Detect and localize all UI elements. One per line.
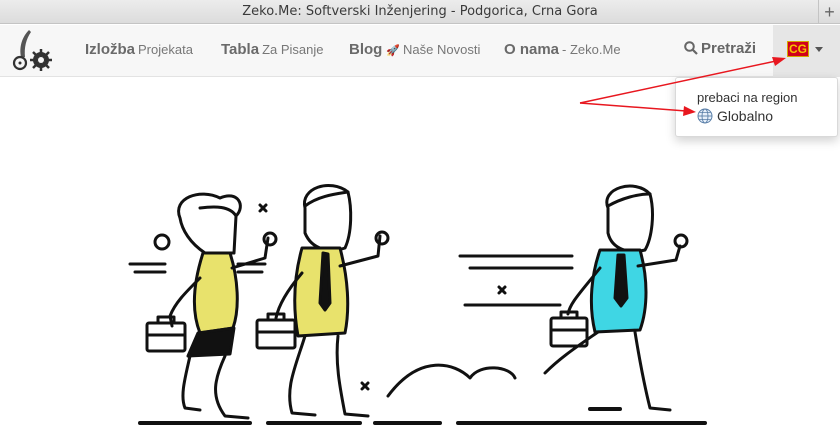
region-option-globalno[interactable]: Globalno bbox=[697, 108, 773, 124]
logo-icon[interactable] bbox=[10, 27, 56, 73]
flag-icon: CG bbox=[787, 41, 809, 57]
nav-item-bold: O nama bbox=[504, 41, 560, 58]
nav-item-bold: Blog bbox=[349, 41, 383, 58]
rocket-icon: 🚀 bbox=[386, 45, 401, 57]
nav-item-o-nama[interactable]: O nama - Zeko.Me bbox=[504, 41, 621, 58]
search-link[interactable]: Pretraži bbox=[684, 40, 756, 57]
nav-item-sub: - Zeko.Me bbox=[562, 42, 621, 57]
region-option-label: Globalno bbox=[717, 108, 774, 124]
window-titlebar: Zeko.Me: Softverski Inženjering - Podgor… bbox=[0, 0, 840, 24]
globe-icon bbox=[697, 108, 713, 124]
search-label: Pretraži bbox=[701, 40, 757, 57]
nav-item-tabla[interactable]: Tabla Za Pisanje bbox=[221, 41, 324, 58]
region-dropdown-header: prebaci na region bbox=[697, 90, 798, 105]
nav-item-sub: Projekata bbox=[138, 42, 193, 57]
nav-item-bold: Tabla bbox=[221, 41, 260, 58]
navbar: Izložba Projekata Tabla Za Pisanje Blog 🚀 Na… bbox=[0, 25, 840, 77]
new-tab-button[interactable]: + bbox=[818, 0, 840, 24]
window-title: Zeko.Me: Softverski Inženjering - Podgor… bbox=[242, 4, 598, 19]
region-dropdown-menu: prebaci na region Globalno bbox=[675, 77, 838, 137]
nav-item-sub: Naše Novosti bbox=[403, 42, 481, 57]
region-dropdown-toggle[interactable]: CG bbox=[773, 25, 840, 77]
nav-item-bold: Izložba bbox=[85, 41, 136, 58]
nav-item-izlozba[interactable]: Izložba Projekata bbox=[85, 41, 193, 58]
nav-item-sub: Za Pisanje bbox=[262, 42, 324, 57]
nav-item-blog[interactable]: Blog 🚀 Naše Novosti bbox=[349, 41, 480, 58]
chevron-down-icon bbox=[815, 47, 823, 52]
search-icon bbox=[684, 41, 698, 55]
